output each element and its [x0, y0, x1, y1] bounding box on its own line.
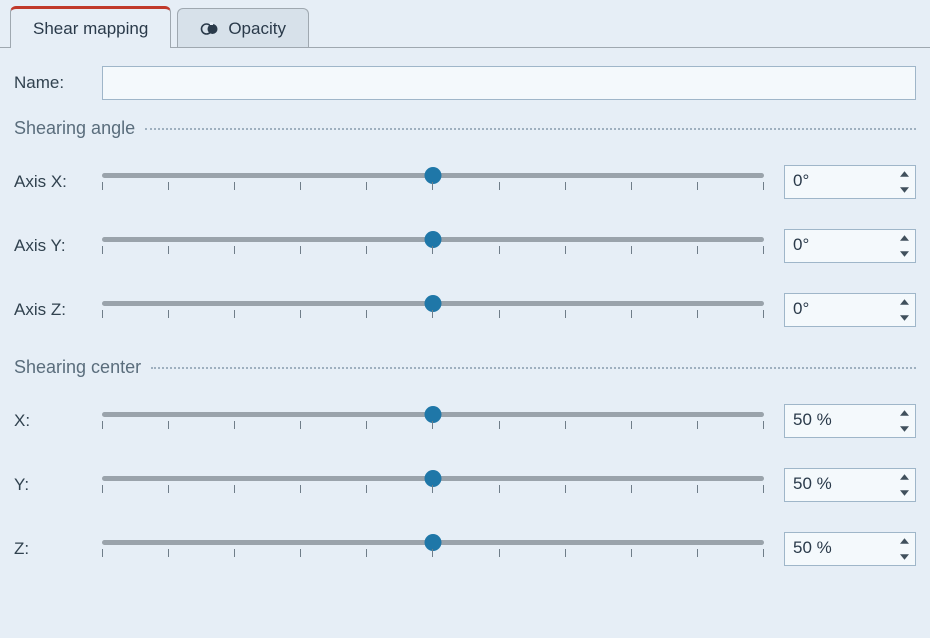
center-z-slider[interactable] — [102, 534, 764, 564]
name-input[interactable] — [102, 66, 916, 100]
axis-x-row: Axis X: 0° — [14, 165, 916, 199]
axis-y-slider[interactable] — [102, 231, 764, 261]
axis-z-row: Axis Z: 0° — [14, 293, 916, 327]
center-x-label: X: — [14, 411, 102, 431]
shear-panel: Name: Shearing angle Axis X: 0° Axis Y: — [0, 48, 930, 566]
spinbox-value: 50 % — [785, 533, 893, 565]
tab-bar: Shear mapping Opacity — [0, 0, 930, 48]
spinbox-value: 50 % — [785, 405, 893, 437]
stepper-down-icon[interactable] — [893, 182, 915, 198]
axis-x-label: Axis X: — [14, 172, 102, 192]
center-z-spinbox[interactable]: 50 % — [784, 532, 916, 566]
spinbox-value: 0° — [785, 166, 893, 198]
stepper-up-icon[interactable] — [893, 405, 915, 421]
axis-x-spinbox[interactable]: 0° — [784, 165, 916, 199]
stepper-up-icon[interactable] — [893, 469, 915, 485]
spinbox-value: 50 % — [785, 469, 893, 501]
tab-label: Shear mapping — [33, 19, 148, 39]
section-title: Shearing center — [14, 357, 141, 378]
center-z-label: Z: — [14, 539, 102, 559]
spinbox-value: 0° — [785, 230, 893, 262]
stepper-up-icon[interactable] — [893, 230, 915, 246]
axis-z-slider[interactable] — [102, 295, 764, 325]
name-row: Name: — [14, 66, 916, 100]
center-z-row: Z: 50 % — [14, 532, 916, 566]
stepper-down-icon[interactable] — [893, 310, 915, 326]
center-y-slider[interactable] — [102, 470, 764, 500]
tab-opacity[interactable]: Opacity — [177, 8, 309, 47]
axis-y-label: Axis Y: — [14, 236, 102, 256]
section-header-center: Shearing center — [14, 357, 916, 378]
stepper-up-icon[interactable] — [893, 533, 915, 549]
spinbox-value: 0° — [785, 294, 893, 326]
tab-shear-mapping[interactable]: Shear mapping — [10, 6, 171, 48]
axis-y-spinbox[interactable]: 0° — [784, 229, 916, 263]
stepper-down-icon[interactable] — [893, 421, 915, 437]
stepper-up-icon[interactable] — [893, 294, 915, 310]
center-x-slider[interactable] — [102, 406, 764, 436]
center-x-spinbox[interactable]: 50 % — [784, 404, 916, 438]
center-y-spinbox[interactable]: 50 % — [784, 468, 916, 502]
center-y-label: Y: — [14, 475, 102, 495]
opacity-icon — [200, 19, 220, 39]
axis-z-label: Axis Z: — [14, 300, 102, 320]
axis-y-row: Axis Y: 0° — [14, 229, 916, 263]
stepper-down-icon[interactable] — [893, 246, 915, 262]
center-y-row: Y: 50 % — [14, 468, 916, 502]
section-divider — [145, 128, 916, 130]
section-header-angle: Shearing angle — [14, 118, 916, 139]
section-divider — [151, 367, 916, 369]
stepper-down-icon[interactable] — [893, 485, 915, 501]
stepper-down-icon[interactable] — [893, 549, 915, 565]
section-title: Shearing angle — [14, 118, 135, 139]
name-label: Name: — [14, 73, 102, 93]
center-x-row: X: 50 % — [14, 404, 916, 438]
axis-z-spinbox[interactable]: 0° — [784, 293, 916, 327]
tab-label: Opacity — [228, 19, 286, 39]
stepper-up-icon[interactable] — [893, 166, 915, 182]
axis-x-slider[interactable] — [102, 167, 764, 197]
